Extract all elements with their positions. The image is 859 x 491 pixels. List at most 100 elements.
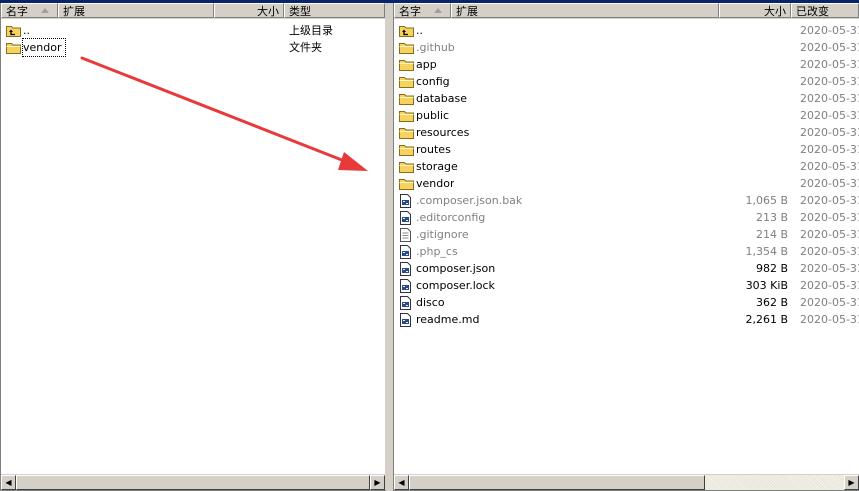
left-col-size-label: 大小 — [257, 5, 279, 18]
table-row[interactable]: composer.json 982 B 2020-05-31 — [394, 260, 859, 277]
file-modified: 2020-05-31 — [800, 177, 859, 190]
text-file-icon — [399, 228, 414, 242]
right-col-ext[interactable]: 扩展 — [451, 3, 719, 18]
folder-icon — [399, 92, 414, 105]
table-row[interactable]: storage 2020-05-31 — [394, 158, 859, 175]
table-row[interactable]: .php_cs 1,354 B 2020-05-31 — [394, 243, 859, 260]
table-row[interactable]: resources 2020-05-31 — [394, 124, 859, 141]
file-name[interactable]: disco — [416, 294, 445, 311]
sort-ascending-icon — [434, 8, 442, 13]
folder-icon — [6, 41, 21, 54]
file-modified: 2020-05-31 — [800, 41, 859, 54]
file-size: 362 B — [755, 296, 788, 309]
file-name[interactable]: routes — [416, 141, 451, 158]
right-scroll-thumb[interactable] — [409, 475, 705, 490]
file-modified: 2020-05-31 — [800, 211, 859, 224]
file-modified: 2020-05-31 — [800, 160, 859, 173]
table-row[interactable]: app 2020-05-31 — [394, 56, 859, 73]
file-name[interactable]: readme.md — [416, 311, 479, 328]
left-horizontal-scrollbar[interactable]: ◀ ▶ — [1, 474, 385, 490]
file-size: 1,065 B — [745, 194, 788, 207]
file-name[interactable]: public — [416, 107, 449, 124]
table-row[interactable]: vendor 文件夹 — [1, 38, 385, 57]
table-row[interactable]: readme.md 2,261 B 2020-05-31 — [394, 311, 859, 328]
right-file-pane[interactable]: 名字 扩展 大小 已改变 .. 2020-05-31 .github 2020-05-… — [393, 3, 859, 491]
right-col-modified-label: 已改变 — [796, 5, 829, 18]
file-name[interactable]: .editorconfig — [416, 209, 485, 226]
file-name[interactable]: composer.json — [416, 260, 495, 277]
right-col-size-label: 大小 — [764, 5, 786, 18]
left-col-name-label: 名字 — [6, 5, 28, 18]
file-name[interactable]: composer.lock — [416, 277, 495, 294]
config-file-icon — [399, 296, 414, 310]
right-scroll-track[interactable] — [705, 475, 844, 490]
file-name[interactable]: vendor — [21, 38, 67, 57]
table-row[interactable]: config 2020-05-31 — [394, 73, 859, 90]
file-name[interactable]: .github — [416, 39, 455, 56]
table-row[interactable]: .gitignore 214 B 2020-05-31 — [394, 226, 859, 243]
table-row[interactable]: vendor 2020-05-31 — [394, 175, 859, 192]
file-name[interactable]: .. — [416, 22, 423, 39]
folder-icon — [399, 177, 414, 190]
right-horizontal-scrollbar[interactable]: ◀ ▶ — [394, 474, 859, 490]
file-name[interactable]: config — [416, 73, 450, 90]
left-scroll-thumb[interactable] — [16, 475, 370, 490]
left-col-type[interactable]: 类型 — [284, 3, 385, 18]
table-row[interactable]: .. 上级目录 — [1, 22, 385, 39]
file-modified: 2020-05-31 — [800, 296, 859, 309]
right-col-name[interactable]: 名字 — [394, 3, 451, 18]
parent-folder-icon — [399, 24, 414, 37]
file-name[interactable]: resources — [416, 124, 469, 141]
config-file-icon — [399, 211, 414, 225]
file-modified: 2020-05-31 — [800, 245, 859, 258]
table-row[interactable]: .composer.json.bak 1,065 B 2020-05-31 — [394, 192, 859, 209]
file-modified: 2020-05-31 — [800, 228, 859, 241]
right-col-name-label: 名字 — [399, 5, 421, 18]
file-name[interactable]: storage — [416, 158, 458, 175]
scroll-right-icon[interactable]: ▶ — [844, 475, 859, 490]
file-size: 303 KiB — [745, 279, 788, 292]
folder-icon — [399, 41, 414, 54]
right-column-header: 名字 扩展 大小 已改变 — [394, 3, 859, 19]
file-name[interactable]: .php_cs — [416, 243, 458, 260]
table-row[interactable]: disco 362 B 2020-05-31 — [394, 294, 859, 311]
scroll-left-icon[interactable]: ◀ — [1, 475, 16, 490]
table-row[interactable]: routes 2020-05-31 — [394, 141, 859, 158]
file-name[interactable]: app — [416, 56, 437, 73]
file-name[interactable]: database — [416, 90, 467, 107]
left-file-pane[interactable]: 名字 扩展 大小 类型 .. 上级目录 vendor 文件夹 ◀ ▶ — [0, 3, 386, 491]
left-col-ext[interactable]: 扩展 — [58, 3, 214, 18]
folder-icon — [399, 109, 414, 122]
file-name[interactable]: .. — [23, 22, 30, 39]
file-modified: 2020-05-31 — [800, 75, 859, 88]
right-col-modified[interactable]: 已改变 — [791, 3, 859, 18]
table-row[interactable]: .. 2020-05-31 — [394, 22, 859, 39]
file-modified: 2020-05-31 — [800, 126, 859, 139]
scroll-right-icon[interactable]: ▶ — [370, 475, 385, 490]
folder-icon — [399, 126, 414, 139]
table-row[interactable]: database 2020-05-31 — [394, 90, 859, 107]
folder-icon — [399, 75, 414, 88]
table-row[interactable]: .github 2020-05-31 — [394, 39, 859, 56]
left-col-name[interactable]: 名字 — [1, 3, 58, 18]
parent-folder-icon — [6, 24, 21, 37]
file-type: 上级目录 — [289, 24, 333, 37]
table-row[interactable]: public 2020-05-31 — [394, 107, 859, 124]
config-file-icon — [399, 262, 414, 276]
right-col-ext-label: 扩展 — [456, 5, 478, 18]
file-size: 213 B — [755, 211, 788, 224]
config-file-icon — [399, 245, 414, 259]
left-col-size[interactable]: 大小 — [214, 3, 284, 18]
file-modified: 2020-05-31 — [800, 143, 859, 156]
file-name[interactable]: .composer.json.bak — [416, 192, 522, 209]
table-row[interactable]: .editorconfig 213 B 2020-05-31 — [394, 209, 859, 226]
table-row[interactable]: composer.lock 303 KiB 2020-05-31 — [394, 277, 859, 294]
right-col-size[interactable]: 大小 — [719, 3, 791, 18]
scroll-left-icon[interactable]: ◀ — [394, 475, 409, 490]
file-modified: 2020-05-31 — [800, 109, 859, 122]
file-type: 文件夹 — [289, 41, 322, 54]
file-name[interactable]: vendor — [416, 175, 454, 192]
left-column-header: 名字 扩展 大小 类型 — [1, 3, 385, 19]
pane-splitter[interactable] — [385, 3, 393, 490]
file-name[interactable]: .gitignore — [416, 226, 469, 243]
